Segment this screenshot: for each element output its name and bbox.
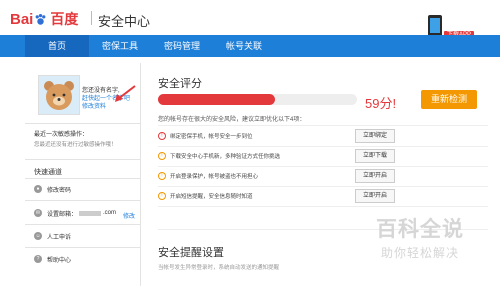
warning-icon: ! (158, 192, 166, 200)
sidebar: 您还没有名字, 赶快起一个名字吧 修改资料 最近一次敏感操作： 您最近还没有进行… (25, 63, 141, 286)
enable-login-protect-button[interactable]: 立即开启 (355, 169, 395, 183)
score-section-title: 安全评分 (158, 78, 202, 90)
bear-avatar-icon (39, 76, 79, 114)
site-title: 安全中心 (98, 14, 151, 29)
quick-item-label: 帮助中心 (47, 257, 72, 264)
baidu-logo[interactable]: Bai 百度 (10, 9, 78, 29)
sidebar-divider (25, 159, 141, 160)
score-progress-bar (158, 94, 357, 105)
sidebar-divider (25, 200, 141, 201)
bind-phone-button[interactable]: 立即绑定 (355, 129, 395, 143)
nav-item-security-tools[interactable]: 密保工具 (89, 35, 151, 57)
recent-operation-desc: 您最近还没有进行过敏感操作哦！ (34, 142, 117, 148)
nav-item-home[interactable]: 首页 (25, 35, 89, 57)
quick-item-appeal[interactable]: ☺ 人工申诉 (34, 230, 71, 242)
row-divider (158, 186, 488, 187)
logo-cn-text: 百度 (50, 11, 79, 27)
sidebar-divider (25, 178, 141, 179)
enable-sms-button[interactable]: 立即开启 (355, 189, 395, 203)
sidebar-divider (25, 123, 141, 124)
risk-row: ! 绑定密保手机，帐号安全一步到位 立即绑定 (158, 128, 398, 144)
quick-access-title: 快速通道 (34, 169, 62, 176)
warning-icon: ! (158, 132, 166, 140)
logo-bai-text: Bai (10, 10, 34, 28)
warning-icon: ! (158, 152, 166, 160)
paw-icon (35, 13, 46, 25)
nav-item-account-link[interactable]: 帐号关联 (213, 35, 275, 57)
remind-desc: 当帐号发生异常登录时，系统自动发送的通知提醒 (158, 265, 280, 271)
risk-row: ! 开启登录保护，帐号被盗也不用担心 立即开启 (158, 168, 398, 184)
row-divider (158, 146, 488, 147)
recent-operation-title: 最近一次敏感操作： (34, 132, 89, 138)
avatar[interactable] (38, 75, 80, 115)
row-divider (158, 166, 488, 167)
edit-profile-link[interactable]: 修改资料 (82, 101, 106, 110)
help-icon: ? (34, 255, 42, 263)
score-progress-fill (158, 94, 276, 105)
quick-item-set-email[interactable]: ✉ 设置邮箱： .com (34, 207, 116, 219)
quick-item-label: 人工申诉 (47, 234, 72, 241)
sidebar-divider (25, 224, 141, 225)
risk-text: 下载安全中心手机新，多种验证方式任你挑选 (170, 154, 281, 160)
quick-item-change-password[interactable]: ● 修改密码 (34, 183, 71, 195)
risk-text: 绑定密保手机，帐号安全一步到位 (170, 134, 253, 140)
masked-email (79, 210, 102, 216)
nav-item-password[interactable]: 密码管理 (151, 35, 213, 57)
risk-text: 开启登录保护，帐号被盗也不用担心 (170, 174, 259, 180)
risk-note: 您的帐号存在很大的安全风险，建议立即优化以下4项： (158, 117, 306, 123)
quick-item-help[interactable]: ? 帮助中心 (34, 253, 71, 265)
header: Bai 百度 安全中心 下载APP (0, 0, 500, 40)
edit-email-link[interactable]: 修改 (123, 211, 135, 220)
quick-item-label: 修改密码 (47, 187, 72, 194)
risk-row: ! 下载安全中心手机新，多种验证方式任你挑选 立即下载 (158, 148, 398, 164)
quick-item-label: 设置邮箱： (47, 211, 78, 218)
watermark-subtitle: 助你轻松解决 (380, 246, 459, 260)
recheck-button[interactable]: 重新检测 (421, 90, 477, 109)
email-suffix: .com (103, 210, 117, 216)
row-divider (158, 125, 488, 126)
row-divider (158, 206, 488, 207)
main-nav: 首页 密保工具 密码管理 帐号关联 (0, 35, 500, 57)
watermark: 百科全说 助你轻松解决 (360, 213, 480, 261)
download-app-button[interactable]: 立即下载 (355, 149, 395, 163)
risk-row: ! 开启短信提醒，安全信息随时知道 立即开启 (158, 188, 398, 204)
sidebar-divider (25, 247, 141, 248)
remind-section-title: 安全提醒设置 (158, 247, 224, 259)
header-divider (91, 11, 92, 25)
score-value: 59分! (365, 96, 397, 111)
lock-icon: ● (34, 185, 42, 193)
watermark-title: 百科全说 (376, 218, 464, 241)
red-arrow-icon (115, 85, 136, 102)
mail-icon: ✉ (34, 209, 42, 217)
warning-icon: ! (158, 172, 166, 180)
risk-text: 开启短信提醒，安全信息随时知道 (170, 194, 253, 200)
person-icon: ☺ (34, 232, 42, 240)
